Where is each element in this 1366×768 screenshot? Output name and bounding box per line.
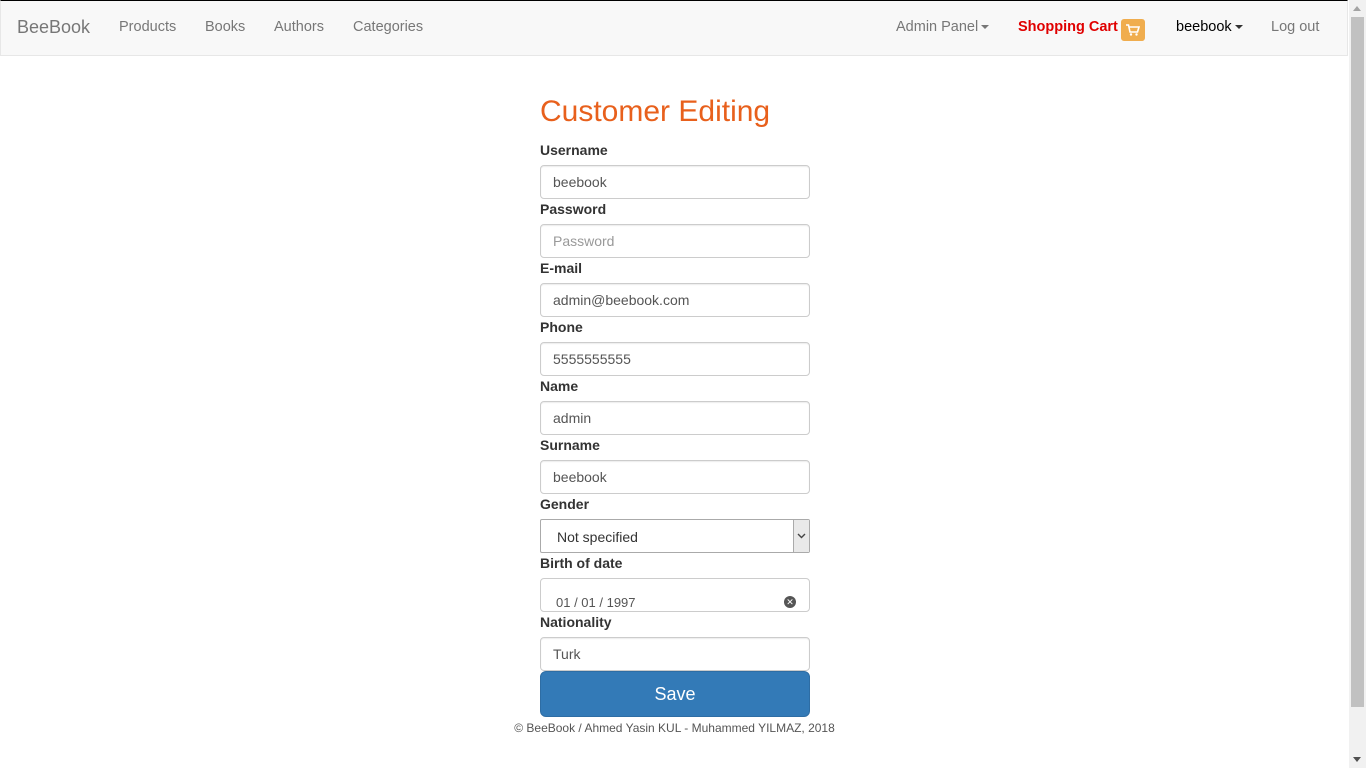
nationality-label: Nationality <box>540 614 612 630</box>
email-label: E-mail <box>540 260 583 276</box>
admin-panel-label: Admin Panel <box>896 19 979 35</box>
nav-link-products[interactable]: Products <box>119 19 176 35</box>
password-label: Password <box>540 201 607 217</box>
username-label: Username <box>540 142 608 158</box>
caret-down-icon <box>981 25 990 30</box>
vertical-scrollbar[interactable] <box>1349 0 1366 768</box>
navbar: BeeBook Products Books Authors Categorie… <box>0 0 1348 56</box>
password-input[interactable] <box>540 224 810 258</box>
username-input[interactable] <box>540 165 810 199</box>
save-button[interactable]: Save <box>540 671 810 717</box>
brand-link[interactable]: BeeBook <box>17 17 90 38</box>
gender-select[interactable]: Not specified <box>540 519 810 553</box>
birth-date-input[interactable]: 01 / 01 / 1997 ✕ <box>540 578 810 612</box>
user-dropdown[interactable]: beebook <box>1176 19 1243 35</box>
user-label: beebook <box>1176 19 1232 35</box>
nav-link-books[interactable]: Books <box>205 19 245 35</box>
clear-date-icon[interactable]: ✕ <box>784 596 796 608</box>
footer-text: © BeeBook / Ahmed Yasin KUL - Muhammed Y… <box>514 721 835 735</box>
nav-link-categories[interactable]: Categories <box>353 19 423 35</box>
name-input[interactable] <box>540 401 810 435</box>
birth-date-label: Birth of date <box>540 555 623 571</box>
surname-label: Surname <box>540 437 600 453</box>
caret-down-icon <box>1234 25 1243 30</box>
admin-panel-dropdown[interactable]: Admin Panel <box>896 19 990 35</box>
chevron-down-icon[interactable] <box>793 520 809 552</box>
name-label: Name <box>540 378 579 394</box>
birth-date-value: 01 / 01 / 1997 <box>556 595 636 610</box>
scrollbar-thumb[interactable] <box>1351 17 1364 707</box>
surname-input[interactable] <box>540 460 810 494</box>
nav-link-authors[interactable]: Authors <box>274 19 324 35</box>
gender-selected-value: Not specified <box>557 529 638 545</box>
logout-link[interactable]: Log out <box>1271 19 1319 35</box>
shopping-cart-icon[interactable] <box>1121 19 1145 41</box>
phone-label: Phone <box>540 319 583 335</box>
scroll-up-arrow-icon[interactable] <box>1353 6 1361 11</box>
phone-input[interactable] <box>540 342 810 376</box>
page-title: Customer Editing <box>540 95 771 128</box>
gender-label: Gender <box>540 496 590 512</box>
email-input[interactable] <box>540 283 810 317</box>
scroll-down-arrow-icon[interactable] <box>1353 757 1361 762</box>
shopping-cart-link[interactable]: Shopping Cart <box>1018 19 1118 35</box>
nationality-input[interactable] <box>540 637 810 671</box>
